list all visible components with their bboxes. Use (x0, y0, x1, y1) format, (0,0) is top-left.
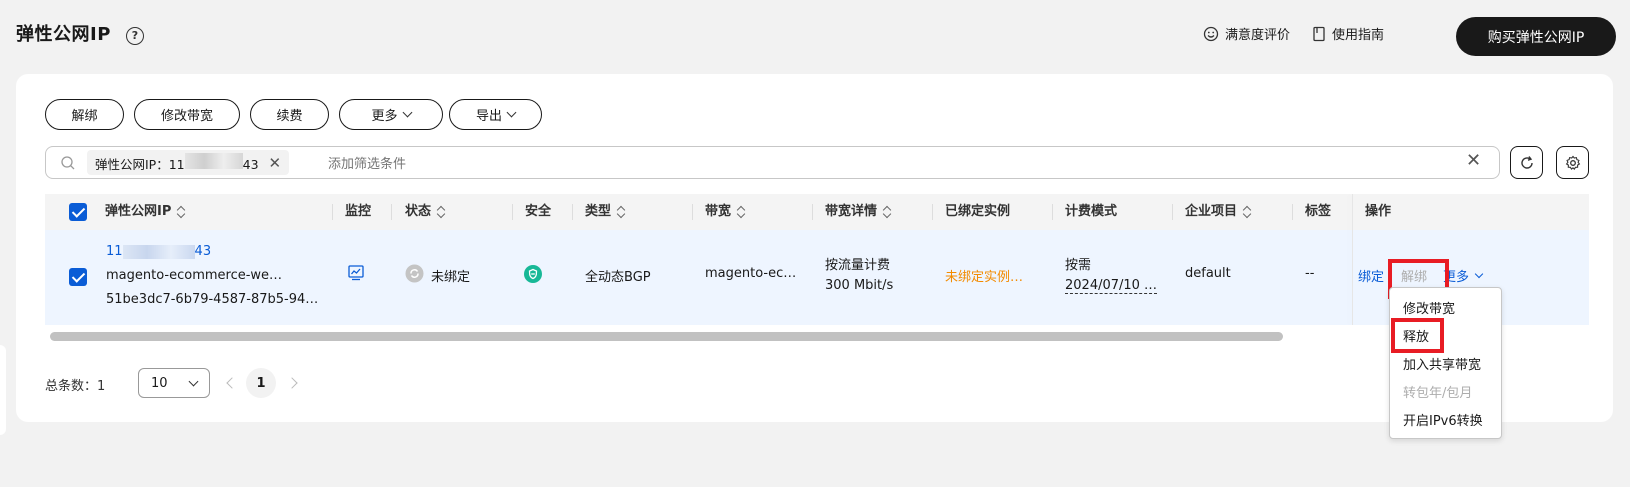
export-label: 导出 (475, 109, 502, 124)
col-bandwidth-detail[interactable]: 带宽详情 (825, 194, 893, 230)
filter-tag: 弹性公网IP：11 43 ✕ (87, 150, 290, 175)
operation-column-divider (1352, 194, 1353, 325)
page-size-select[interactable]: 10 (138, 368, 210, 398)
bound-instance-text: 未绑定实例… (945, 270, 1024, 285)
filter-tag-text: 弹性公网IP：11 43 (95, 152, 259, 173)
filter-input[interactable] (326, 152, 1230, 176)
filter-search-bar[interactable]: 弹性公网IP：1143 ✕ ✕ (45, 146, 1500, 179)
more-dropdown-menu: 修改带宽 释放 加入共享带宽 转包年/包月 开启IPv6转换 (1389, 287, 1502, 439)
unbound-status-icon (405, 264, 424, 283)
sort-icon (1243, 206, 1253, 218)
sidebar-collapse-handle[interactable] (0, 345, 6, 435)
enterprise-project-text: default (1185, 266, 1231, 281)
col-tags: 标签 (1305, 204, 1332, 219)
smile-icon (1203, 26, 1219, 41)
unbind-button[interactable]: 解绑 (45, 99, 124, 130)
search-icon (61, 156, 75, 170)
select-all-checkbox[interactable] (69, 203, 87, 221)
table-header: 弹性公网IP 监控 状态 安全 类型 带宽 带宽详情 已绑定实例 计费模式 企业… (45, 194, 1589, 230)
clear-icon[interactable]: ✕ (1466, 150, 1481, 171)
page-size-value: 10 (151, 375, 168, 391)
col-eip[interactable]: 弹性公网IP (105, 194, 187, 230)
billing-date[interactable]: 2024/07/10 … (1065, 278, 1158, 294)
satisfaction-label: 满意度评价 (1225, 28, 1291, 43)
export-button[interactable]: 导出 (449, 99, 542, 130)
col-status[interactable]: 状态 (405, 194, 447, 230)
bandwidth-size: 300 Mbit/s (825, 278, 894, 293)
col-security: 安全 (525, 204, 552, 219)
menu-item-join-shared-bandwidth[interactable]: 加入共享带宽 (1403, 354, 1481, 373)
col-enterprise-project[interactable]: 企业项目 (1185, 194, 1253, 230)
menu-item-modify-bandwidth[interactable]: 修改带宽 (1403, 298, 1455, 317)
menu-item-convert-yearly-monthly: 转包年/包月 (1403, 386, 1473, 401)
col-monitor: 监控 (345, 204, 372, 219)
chevron-down-icon (506, 107, 517, 118)
satisfaction-link[interactable]: 满意度评价 (1203, 24, 1290, 43)
sort-icon (883, 206, 893, 218)
shield-icon[interactable] (524, 265, 542, 283)
unbind-label: 解绑 (71, 109, 98, 124)
bind-link[interactable]: 绑定 (1358, 266, 1384, 285)
modify-bandwidth-button[interactable]: 修改带宽 (134, 99, 240, 130)
more-actions-button[interactable]: 更多 (339, 99, 443, 130)
chevron-down-icon (402, 107, 412, 118)
buy-eip-button[interactable]: 购买弹性公网IP (1456, 17, 1616, 56)
col-bound-instance: 已绑定实例 (945, 204, 1011, 219)
status-text: 未绑定 (431, 270, 471, 285)
page-number-current[interactable]: 1 (246, 368, 276, 398)
redacted-block (122, 244, 195, 259)
sort-icon (737, 206, 747, 218)
monitor-icon[interactable] (347, 264, 365, 282)
col-bandwidth[interactable]: 带宽 (705, 194, 747, 230)
settings-button[interactable] (1556, 146, 1589, 179)
bandwidth-name: magento-ec… (705, 266, 797, 281)
modify-bandwidth-label: 修改带宽 (160, 109, 213, 124)
chevron-down-icon (188, 376, 199, 386)
billing-mode: 按需 (1065, 258, 1092, 273)
row-checkbox[interactable] (69, 268, 87, 286)
page-title: 弹性公网IP (16, 24, 111, 45)
horizontal-scrollbar[interactable] (50, 332, 1283, 341)
total-count: 总条数：1 (45, 379, 106, 394)
col-type[interactable]: 类型 (585, 194, 627, 230)
menu-item-enable-ipv6[interactable]: 开启IPv6转换 (1403, 410, 1483, 429)
close-icon[interactable]: ✕ (269, 154, 282, 172)
guide-link[interactable]: 使用指南 (1312, 24, 1384, 43)
gear-icon (1565, 155, 1580, 170)
col-billing: 计费模式 (1065, 204, 1118, 219)
refresh-icon (1520, 155, 1533, 169)
sort-icon (177, 206, 187, 218)
sort-icon (617, 206, 627, 218)
highlight-release (1391, 318, 1444, 353)
col-operations: 操作 (1365, 204, 1392, 219)
eip-address-link[interactable]: 11 43 (106, 244, 211, 259)
tags-text: -- (1305, 266, 1315, 281)
eip-id: 51be3dc7-6b79-4587-87b5-94… (106, 292, 319, 307)
more-label: 更多 (371, 109, 398, 124)
table-row: 11 43 magento-ecommerce-we… 51be3dc7-6b79… (45, 230, 1589, 325)
type-text: 全动态BGP (585, 270, 651, 285)
bandwidth-billing: 按流量计费 (825, 258, 891, 273)
redacted-block (184, 152, 243, 169)
renew-button[interactable]: 续费 (250, 99, 329, 130)
eip-name: magento-ecommerce-we… (106, 268, 283, 283)
sort-icon (437, 206, 447, 218)
guide-label: 使用指南 (1332, 28, 1385, 43)
book-icon (1313, 26, 1325, 41)
renew-label: 续费 (276, 109, 303, 124)
help-icon[interactable]: ? (126, 27, 144, 45)
refresh-button[interactable] (1510, 146, 1543, 179)
chevron-down-icon (1474, 269, 1484, 278)
